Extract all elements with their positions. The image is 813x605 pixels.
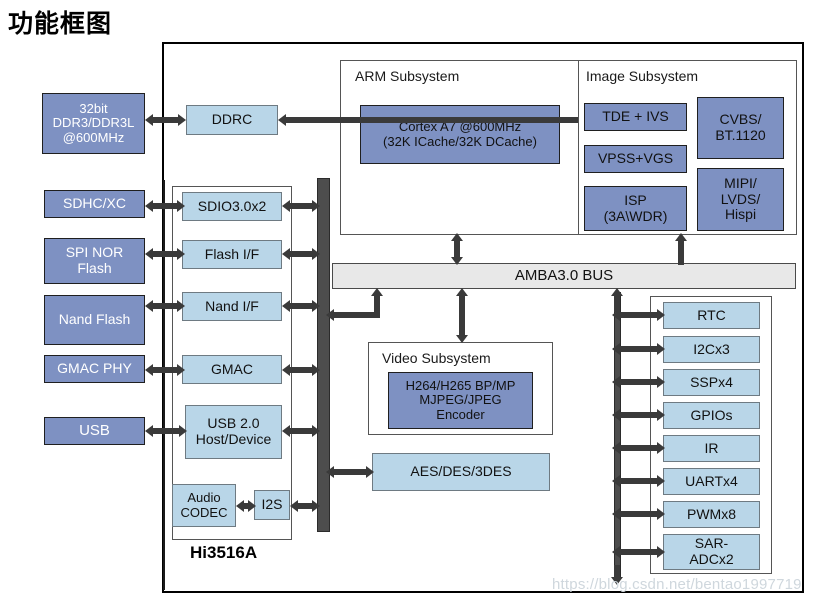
external-block-sdhc: SDHC/XC: [44, 190, 145, 218]
interface-block-usb20-label: USB 2.0 Host/Device: [195, 415, 272, 447]
image-subsystem-title: Image Subsystem: [586, 68, 699, 84]
image-block-tde-ivs-label: TDE + IVS: [602, 108, 669, 125]
peripheral-block-uart-label: UARTx4: [685, 472, 738, 489]
external-block-nand-flash-label: Nand Flash: [58, 311, 131, 328]
external-block-spi-nor-flash: SPI NOR Flash: [44, 238, 145, 284]
interface-block-ddrc: DDRC: [186, 105, 278, 135]
image-block-mipi-label: MIPI/ LVDS/ Hispi: [720, 174, 761, 223]
peripheral-block-gpio-label: GPIOs: [690, 406, 733, 423]
video-block-encoder-label: H264/H265 BP/MP MJPEG/JPEG Encoder: [405, 377, 516, 422]
peripheral-block-ir-label: IR: [704, 439, 719, 456]
arrow-elbow-to-vbus: [326, 308, 340, 322]
external-block-gmac-phy: GMAC PHY: [44, 355, 145, 383]
arrow-trunk-ssp: [612, 375, 665, 389]
left-inner-divider: [163, 180, 165, 590]
crypto-block-aes-des: AES/DES/3DES: [372, 453, 550, 491]
peripheral-block-rtc: RTC: [663, 302, 760, 329]
arrow-nandflash-nandif: [145, 299, 185, 313]
interface-block-audio-codec: Audio CODEC: [172, 484, 236, 527]
external-block-gmac-phy-label: GMAC PHY: [57, 360, 132, 377]
peripheral-block-ir: IR: [663, 435, 760, 462]
arrow-spinor-flashif: [145, 247, 185, 261]
interface-block-sdio-label: SDIO3.0x2: [197, 197, 267, 214]
external-block-ddr: 32bit DDR3/DDR3L @600MHz: [42, 93, 145, 154]
external-block-usb-label: USB: [79, 421, 110, 439]
interface-block-gmac-label: GMAC: [211, 360, 253, 377]
amba-bus: AMBA3.0 BUS: [332, 263, 796, 289]
arrow-trunk-saradc: [612, 545, 665, 559]
external-block-spi-nor-flash-label: SPI NOR Flash: [65, 244, 124, 276]
video-block-encoder: H264/H265 BP/MP MJPEG/JPEG Encoder: [388, 372, 533, 429]
interface-block-flash-if-label: Flash I/F: [204, 245, 260, 262]
peripheral-block-i2c: I2Cx3: [663, 336, 760, 363]
interface-block-audio-codec-label: Audio CODEC: [180, 489, 228, 520]
peripheral-block-i2c-label: I2Cx3: [693, 340, 730, 357]
external-block-ddr-label: 32bit DDR3/DDR3L @600MHz: [52, 100, 135, 145]
page-title: 功能框图: [8, 10, 113, 38]
watermark-text: https://blog.csdn.net/bentao1997719: [552, 576, 802, 593]
external-block-usb: USB: [44, 417, 145, 445]
arrow-gmac-bus: [282, 363, 320, 377]
peripheral-block-ssp-label: SSPx4: [690, 373, 733, 390]
peripheral-block-pwm: PWMx8: [663, 501, 760, 528]
interface-block-gmac: GMAC: [182, 355, 282, 384]
arrow-bus-video: [455, 288, 469, 344]
external-block-sdhc-label: SDHC/XC: [62, 195, 126, 212]
video-subsystem-title: Video Subsystem: [382, 350, 491, 366]
crypto-block-aes-des-label: AES/DES/3DES: [410, 463, 512, 480]
arrow-image-bus: [674, 233, 688, 265]
interface-block-ddrc-label: DDRC: [211, 111, 253, 128]
image-block-tde-ivs: TDE + IVS: [584, 103, 687, 131]
arrow-sdio-bus: [282, 199, 320, 213]
arrow-usb-usb20: [145, 424, 187, 438]
bus-elbow-horizontal: [334, 312, 376, 318]
interface-block-flash-if: Flash I/F: [182, 240, 282, 269]
interface-block-sdio: SDIO3.0x2: [182, 192, 282, 221]
arrow-sdhc-sdio: [145, 199, 185, 213]
peripheral-block-gpio: GPIOs: [663, 402, 760, 429]
arrow-trunk-ir: [612, 441, 665, 455]
interface-block-usb20: USB 2.0 Host/Device: [185, 405, 282, 459]
image-block-cvbs: CVBS/ BT.1120: [697, 97, 784, 159]
arrow-trunk-i2c: [612, 342, 665, 356]
diagram-canvas: 功能框图 32bit DDR3/DDR3L @600MHz SDHC/XC SP…: [0, 0, 813, 605]
arm-subsystem-title: ARM Subsystem: [355, 68, 460, 84]
arrow-trunk-gpio: [612, 408, 665, 422]
interface-block-i2s-label: I2S: [261, 496, 283, 513]
arrow-crypto-bus: [326, 465, 374, 479]
peripheral-trunk-line: [614, 292, 621, 579]
arrow-audiocodec-i2s: [236, 499, 256, 513]
amba-bus-label: AMBA3.0 BUS: [514, 266, 614, 284]
arrow-flashif-bus: [282, 247, 320, 261]
image-block-cvbs-label: CVBS/ BT.1120: [715, 111, 766, 143]
arrow-nandif-bus: [282, 299, 320, 313]
arrow-usb20-bus: [282, 424, 320, 438]
arrow-trunk-pwm: [612, 507, 665, 521]
chip-label: Hi3516A: [190, 543, 258, 562]
interface-block-i2s: I2S: [254, 490, 290, 520]
arrow-arm-bus: [450, 233, 464, 265]
peripheral-block-pwm-label: PWMx8: [687, 505, 736, 522]
arrow-ddr-ddrc: [145, 113, 186, 127]
peripheral-block-ssp: SSPx4: [663, 369, 760, 396]
interface-block-nand-if: Nand I/F: [182, 292, 282, 321]
image-block-vpss-vgs-label: VPSS+VGS: [597, 150, 674, 167]
image-block-isp: ISP (3A\WDR): [584, 186, 687, 231]
image-block-isp-label: ISP (3A\WDR): [603, 191, 668, 224]
peripheral-block-uart: UARTx4: [663, 468, 760, 495]
image-block-mipi: MIPI/ LVDS/ Hispi: [697, 168, 784, 231]
arrow-bus-ddrc: [278, 113, 578, 127]
arrow-trunk-rtc: [612, 308, 665, 322]
interface-block-nand-if-label: Nand I/F: [205, 297, 259, 314]
peripheral-block-sar-adc: SAR- ADCx2: [663, 534, 760, 570]
arrow-i2s-bus: [290, 499, 320, 513]
arrow-trunk-uart: [612, 474, 665, 488]
peripheral-block-sar-adc-label: SAR- ADCx2: [689, 535, 734, 567]
arrow-gmacphy-gmac: [145, 363, 185, 377]
image-block-vpss-vgs: VPSS+VGS: [584, 145, 687, 173]
external-block-nand-flash: Nand Flash: [44, 295, 145, 345]
peripheral-block-rtc-label: RTC: [697, 306, 726, 323]
